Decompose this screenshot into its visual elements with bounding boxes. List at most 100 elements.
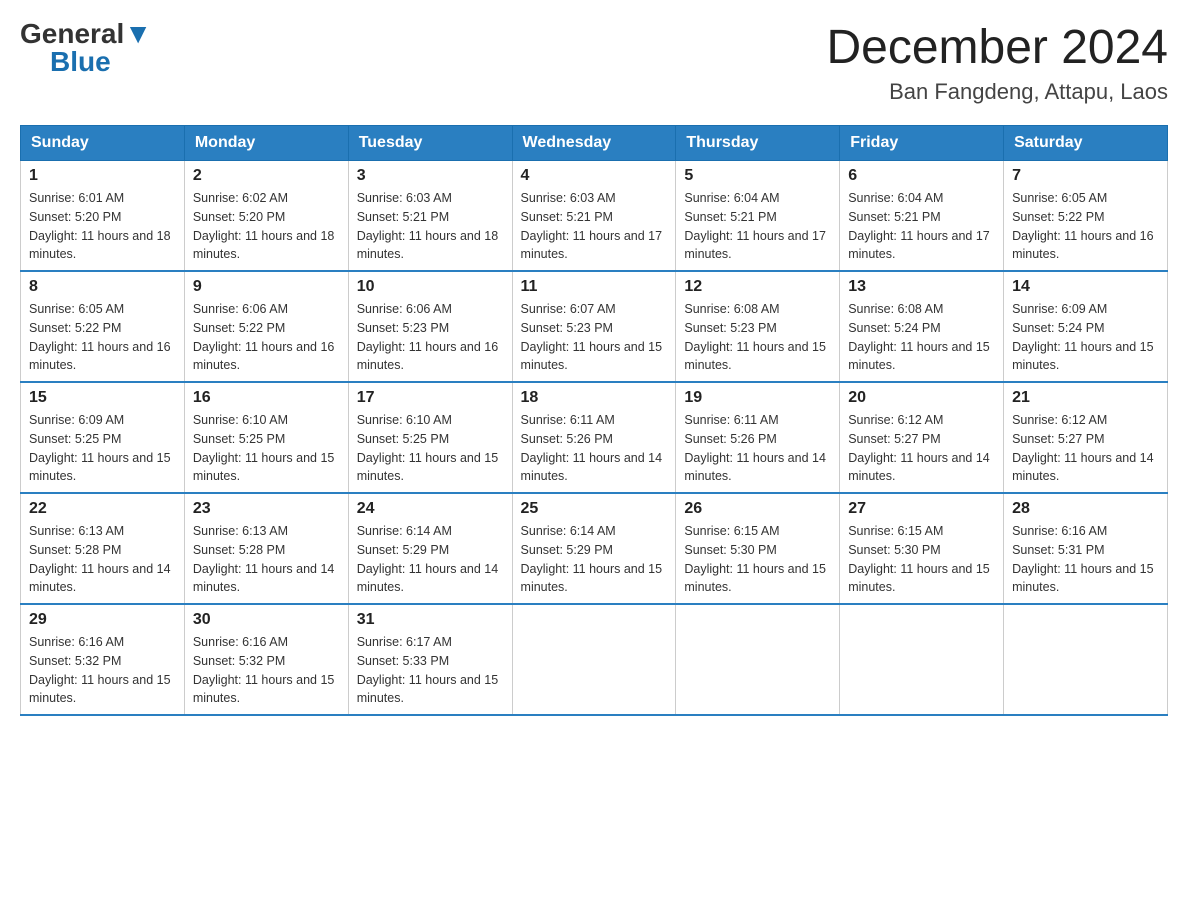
day-number: 19 [684,389,831,407]
day-number: 8 [29,278,176,296]
day-info: Sunrise: 6:10 AM Sunset: 5:25 PM Dayligh… [193,411,340,486]
day-info: Sunrise: 6:16 AM Sunset: 5:32 PM Dayligh… [29,633,176,708]
calendar-cell: 20 Sunrise: 6:12 AM Sunset: 5:27 PM Dayl… [840,382,1004,493]
logo: General▼ Blue [20,20,152,76]
calendar-cell: 3 Sunrise: 6:03 AM Sunset: 5:21 PM Dayli… [348,161,512,272]
calendar-week-5: 29 Sunrise: 6:16 AM Sunset: 5:32 PM Dayl… [21,604,1168,715]
day-number: 4 [521,167,668,185]
day-info: Sunrise: 6:10 AM Sunset: 5:25 PM Dayligh… [357,411,504,486]
calendar-cell: 14 Sunrise: 6:09 AM Sunset: 5:24 PM Dayl… [1004,271,1168,382]
logo-blue-text: Blue [50,48,111,76]
calendar-cell: 5 Sunrise: 6:04 AM Sunset: 5:21 PM Dayli… [676,161,840,272]
day-info: Sunrise: 6:13 AM Sunset: 5:28 PM Dayligh… [29,522,176,597]
calendar-cell: 30 Sunrise: 6:16 AM Sunset: 5:32 PM Dayl… [184,604,348,715]
title-block: December 2024 Ban Fangdeng, Attapu, Laos [826,20,1168,105]
calendar-cell: 22 Sunrise: 6:13 AM Sunset: 5:28 PM Dayl… [21,493,185,604]
day-number: 27 [848,500,995,518]
calendar-cell: 7 Sunrise: 6:05 AM Sunset: 5:22 PM Dayli… [1004,161,1168,272]
calendar-title: December 2024 [826,20,1168,75]
day-info: Sunrise: 6:09 AM Sunset: 5:25 PM Dayligh… [29,411,176,486]
calendar-cell: 18 Sunrise: 6:11 AM Sunset: 5:26 PM Dayl… [512,382,676,493]
calendar-cell: 13 Sunrise: 6:08 AM Sunset: 5:24 PM Dayl… [840,271,1004,382]
calendar-cell: 26 Sunrise: 6:15 AM Sunset: 5:30 PM Dayl… [676,493,840,604]
calendar-cell [1004,604,1168,715]
calendar-cell: 23 Sunrise: 6:13 AM Sunset: 5:28 PM Dayl… [184,493,348,604]
day-number: 12 [684,278,831,296]
calendar-cell: 6 Sunrise: 6:04 AM Sunset: 5:21 PM Dayli… [840,161,1004,272]
calendar-cell: 21 Sunrise: 6:12 AM Sunset: 5:27 PM Dayl… [1004,382,1168,493]
weekday-header-saturday: Saturday [1004,126,1168,161]
day-number: 20 [848,389,995,407]
day-number: 6 [848,167,995,185]
weekday-header-monday: Monday [184,126,348,161]
logo-triangle-icon: ▼ [124,18,152,49]
day-number: 18 [521,389,668,407]
weekday-header-tuesday: Tuesday [348,126,512,161]
day-number: 28 [1012,500,1159,518]
calendar-cell [512,604,676,715]
calendar-cell: 10 Sunrise: 6:06 AM Sunset: 5:23 PM Dayl… [348,271,512,382]
weekday-header-row: SundayMondayTuesdayWednesdayThursdayFrid… [21,126,1168,161]
day-number: 15 [29,389,176,407]
day-number: 16 [193,389,340,407]
day-number: 2 [193,167,340,185]
day-number: 24 [357,500,504,518]
weekday-header-sunday: Sunday [21,126,185,161]
day-number: 26 [684,500,831,518]
day-info: Sunrise: 6:05 AM Sunset: 5:22 PM Dayligh… [1012,189,1159,264]
calendar-cell: 25 Sunrise: 6:14 AM Sunset: 5:29 PM Dayl… [512,493,676,604]
calendar-cell: 11 Sunrise: 6:07 AM Sunset: 5:23 PM Dayl… [512,271,676,382]
calendar-cell: 1 Sunrise: 6:01 AM Sunset: 5:20 PM Dayli… [21,161,185,272]
logo-general-text: General▼ [20,20,152,48]
day-info: Sunrise: 6:11 AM Sunset: 5:26 PM Dayligh… [521,411,668,486]
calendar-cell: 16 Sunrise: 6:10 AM Sunset: 5:25 PM Dayl… [184,382,348,493]
calendar-cell: 4 Sunrise: 6:03 AM Sunset: 5:21 PM Dayli… [512,161,676,272]
day-info: Sunrise: 6:15 AM Sunset: 5:30 PM Dayligh… [848,522,995,597]
day-info: Sunrise: 6:05 AM Sunset: 5:22 PM Dayligh… [29,300,176,375]
calendar-cell: 12 Sunrise: 6:08 AM Sunset: 5:23 PM Dayl… [676,271,840,382]
day-info: Sunrise: 6:13 AM Sunset: 5:28 PM Dayligh… [193,522,340,597]
day-info: Sunrise: 6:11 AM Sunset: 5:26 PM Dayligh… [684,411,831,486]
calendar-week-3: 15 Sunrise: 6:09 AM Sunset: 5:25 PM Dayl… [21,382,1168,493]
day-number: 13 [848,278,995,296]
day-number: 7 [1012,167,1159,185]
calendar-cell: 2 Sunrise: 6:02 AM Sunset: 5:20 PM Dayli… [184,161,348,272]
calendar-body: 1 Sunrise: 6:01 AM Sunset: 5:20 PM Dayli… [21,161,1168,716]
day-number: 11 [521,278,668,296]
calendar-location: Ban Fangdeng, Attapu, Laos [826,79,1168,105]
day-number: 22 [29,500,176,518]
day-info: Sunrise: 6:01 AM Sunset: 5:20 PM Dayligh… [29,189,176,264]
day-info: Sunrise: 6:09 AM Sunset: 5:24 PM Dayligh… [1012,300,1159,375]
day-number: 21 [1012,389,1159,407]
day-number: 31 [357,611,504,629]
day-info: Sunrise: 6:14 AM Sunset: 5:29 PM Dayligh… [521,522,668,597]
calendar-week-1: 1 Sunrise: 6:01 AM Sunset: 5:20 PM Dayli… [21,161,1168,272]
calendar-cell [676,604,840,715]
day-number: 10 [357,278,504,296]
calendar-week-4: 22 Sunrise: 6:13 AM Sunset: 5:28 PM Dayl… [21,493,1168,604]
day-info: Sunrise: 6:16 AM Sunset: 5:31 PM Dayligh… [1012,522,1159,597]
calendar-cell: 27 Sunrise: 6:15 AM Sunset: 5:30 PM Dayl… [840,493,1004,604]
calendar-cell: 8 Sunrise: 6:05 AM Sunset: 5:22 PM Dayli… [21,271,185,382]
day-number: 30 [193,611,340,629]
day-number: 5 [684,167,831,185]
calendar-cell: 17 Sunrise: 6:10 AM Sunset: 5:25 PM Dayl… [348,382,512,493]
day-info: Sunrise: 6:03 AM Sunset: 5:21 PM Dayligh… [521,189,668,264]
day-number: 9 [193,278,340,296]
calendar-table: SundayMondayTuesdayWednesdayThursdayFrid… [20,125,1168,716]
day-info: Sunrise: 6:06 AM Sunset: 5:22 PM Dayligh… [193,300,340,375]
day-info: Sunrise: 6:04 AM Sunset: 5:21 PM Dayligh… [848,189,995,264]
day-info: Sunrise: 6:08 AM Sunset: 5:24 PM Dayligh… [848,300,995,375]
day-number: 29 [29,611,176,629]
day-info: Sunrise: 6:08 AM Sunset: 5:23 PM Dayligh… [684,300,831,375]
calendar-cell: 15 Sunrise: 6:09 AM Sunset: 5:25 PM Dayl… [21,382,185,493]
calendar-week-2: 8 Sunrise: 6:05 AM Sunset: 5:22 PM Dayli… [21,271,1168,382]
day-number: 1 [29,167,176,185]
page-header: General▼ Blue December 2024 Ban Fangdeng… [20,20,1168,105]
day-info: Sunrise: 6:17 AM Sunset: 5:33 PM Dayligh… [357,633,504,708]
calendar-cell: 28 Sunrise: 6:16 AM Sunset: 5:31 PM Dayl… [1004,493,1168,604]
day-info: Sunrise: 6:16 AM Sunset: 5:32 PM Dayligh… [193,633,340,708]
day-number: 17 [357,389,504,407]
day-info: Sunrise: 6:03 AM Sunset: 5:21 PM Dayligh… [357,189,504,264]
weekday-header-friday: Friday [840,126,1004,161]
